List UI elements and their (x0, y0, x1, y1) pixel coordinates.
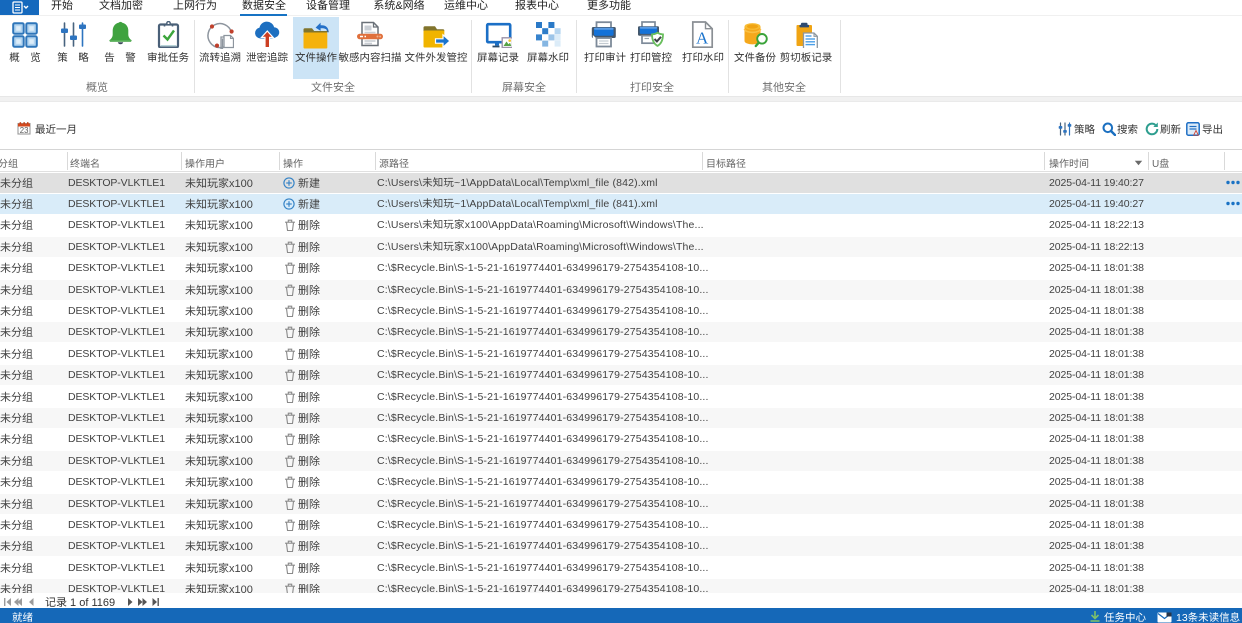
svg-text:23: 23 (20, 126, 29, 135)
svg-text:A: A (696, 29, 709, 48)
